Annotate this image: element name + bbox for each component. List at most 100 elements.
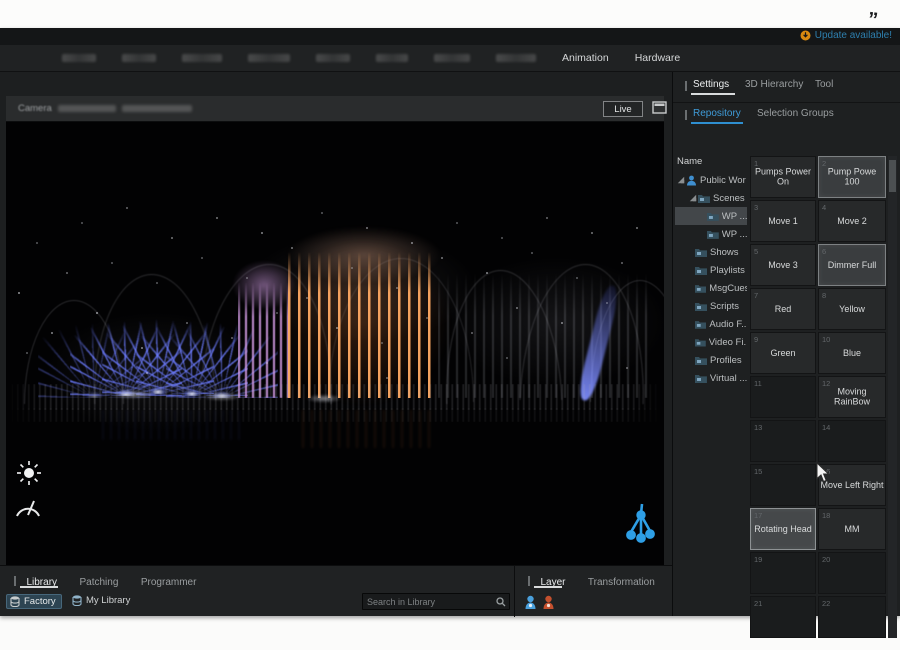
tree-item-profiles[interactable]: Profiles [675, 351, 747, 369]
library-source-factory[interactable]: Factory [6, 594, 62, 609]
page-margin-top [0, 0, 900, 28]
folder-icon [698, 193, 710, 203]
blue-layer-icon[interactable] [524, 595, 537, 610]
active-subtab-underline [691, 122, 743, 124]
menu-item-illegible[interactable] [434, 54, 470, 62]
mouse-cursor [816, 462, 830, 483]
tree-item-video-files[interactable]: Video Fi... [675, 333, 747, 351]
tree-item-wp-selected[interactable]: WP ... [675, 207, 747, 225]
expander-icon[interactable] [678, 177, 684, 183]
preset-button[interactable]: 6Dimmer Full [818, 244, 886, 286]
search-input[interactable] [367, 595, 491, 608]
library-search [362, 593, 510, 610]
factory-label: Factory [24, 596, 56, 607]
preset-button[interactable]: 13 [750, 420, 816, 462]
tree-item-scenes[interactable]: Scenes [675, 189, 747, 207]
page: ” Update available! Animation Hardware [0, 0, 900, 650]
tree-header: Name [677, 156, 747, 167]
tree-item-public-workspace[interactable]: Public Work... [675, 171, 747, 189]
menu-item-illegible[interactable] [248, 54, 290, 62]
preset-button[interactable]: 8Yellow [818, 288, 886, 330]
tree-item-virtual[interactable]: Virtual ... [675, 369, 747, 387]
preset-button[interactable]: 21 [750, 596, 816, 638]
preset-button[interactable]: 2Pump Powe 100 [818, 156, 886, 198]
tab-marker [14, 576, 16, 586]
preset-button[interactable]: 1Pumps Power On [750, 156, 816, 198]
base-highlight [306, 394, 342, 403]
database-icon [72, 595, 82, 606]
reflection-orange [302, 410, 430, 448]
scroll-thumb[interactable] [889, 160, 896, 192]
tab-repository[interactable]: Repository [693, 108, 741, 119]
update-notice[interactable]: Update available! [800, 30, 892, 41]
menu-item-illegible[interactable] [122, 54, 156, 62]
preset-button[interactable]: 19 [750, 552, 816, 594]
preset-button[interactable]: 22 [818, 596, 886, 638]
right-panel-subtabs: Repository Selection Groups [673, 102, 900, 124]
gauge-icon[interactable] [14, 494, 42, 518]
tab-patching[interactable]: Patching [79, 577, 118, 588]
tab-programmer[interactable]: Programmer [141, 577, 197, 588]
menu-item-hardware[interactable]: Hardware [635, 52, 681, 64]
preset-button[interactable]: 5Move 3 [750, 244, 816, 286]
preset-button[interactable]: 14 [818, 420, 886, 462]
folder-icon [707, 229, 719, 239]
tab-marker [528, 576, 530, 586]
user-icon [686, 175, 697, 186]
camera-label-illegible [58, 105, 116, 112]
live-button[interactable]: Live [603, 101, 643, 117]
preset-button[interactable]: 20 [818, 552, 886, 594]
base-highlight [202, 392, 242, 401]
tree-item-msgcues[interactable]: MsgCues [675, 279, 747, 297]
active-tab-underline [691, 93, 735, 95]
preset-button[interactable]: 9Green [750, 332, 816, 374]
menu-item-illegible[interactable] [62, 54, 96, 62]
fountain-orange-jets [288, 252, 438, 398]
preset-button[interactable]: 12Moving RainBow [818, 376, 886, 418]
preset-button[interactable]: 10Blue [818, 332, 886, 374]
tab-transformation[interactable]: Transformation [588, 577, 655, 588]
menu-item-illegible[interactable] [376, 54, 408, 62]
preset-button[interactable]: 11 [750, 376, 816, 418]
preset-button[interactable]: 15 [750, 464, 816, 506]
menu-item-animation[interactable]: Animation [562, 52, 609, 64]
tab-3d-hierarchy[interactable]: 3D Hierarchy [745, 79, 803, 90]
tree-item-wp[interactable]: WP ... [675, 225, 747, 243]
preset-button[interactable]: 18MM [818, 508, 886, 550]
vertical-scrollbar[interactable] [888, 156, 897, 638]
menu-item-illegible[interactable] [182, 54, 222, 62]
database-icon [10, 596, 20, 607]
preset-button[interactable]: 17Rotating Head [750, 508, 816, 550]
tree-item-shows[interactable]: Shows [675, 243, 747, 261]
tab-settings[interactable]: Settings [693, 79, 729, 90]
preset-button[interactable]: 3Move 1 [750, 200, 816, 242]
camera-label-text: Camera [18, 103, 52, 114]
tab-marker [685, 110, 687, 120]
bottom-bar: Library Patching Programmer Factory My L… [0, 565, 672, 616]
preset-button[interactable]: 4Move 2 [818, 200, 886, 242]
tree-item-audio-files[interactable]: Audio F... [675, 315, 747, 333]
expander-icon[interactable] [690, 195, 696, 201]
right-panel-tabs: Settings 3D Hierarchy Tool [673, 76, 900, 98]
node-tree-icon[interactable] [626, 502, 656, 546]
search-icon [496, 597, 506, 607]
preset-button[interactable]: 7Red [750, 288, 816, 330]
library-source-my-library[interactable]: My Library [72, 595, 130, 606]
folder-icon [707, 211, 719, 221]
repository-tree: Name Public Work... Scenes WP ... [675, 154, 747, 616]
menu-item-illegible[interactable] [496, 54, 536, 62]
sun-icon[interactable] [16, 460, 42, 486]
tab-tool[interactable]: Tool [815, 79, 833, 90]
base-highlight [110, 390, 154, 399]
update-icon [800, 30, 811, 41]
camera-label: Camera [18, 103, 192, 114]
menubar: Animation Hardware [0, 45, 900, 72]
menu-item-illegible[interactable] [316, 54, 350, 62]
tab-selection-groups[interactable]: Selection Groups [757, 108, 834, 119]
monitor-icon[interactable] [652, 101, 667, 115]
camera-label-illegible [122, 105, 192, 112]
tree-item-scripts[interactable]: Scripts [675, 297, 747, 315]
viewport-3d[interactable] [6, 122, 664, 565]
red-layer-icon[interactable] [542, 595, 555, 610]
tree-item-playlists[interactable]: Playlists [675, 261, 747, 279]
